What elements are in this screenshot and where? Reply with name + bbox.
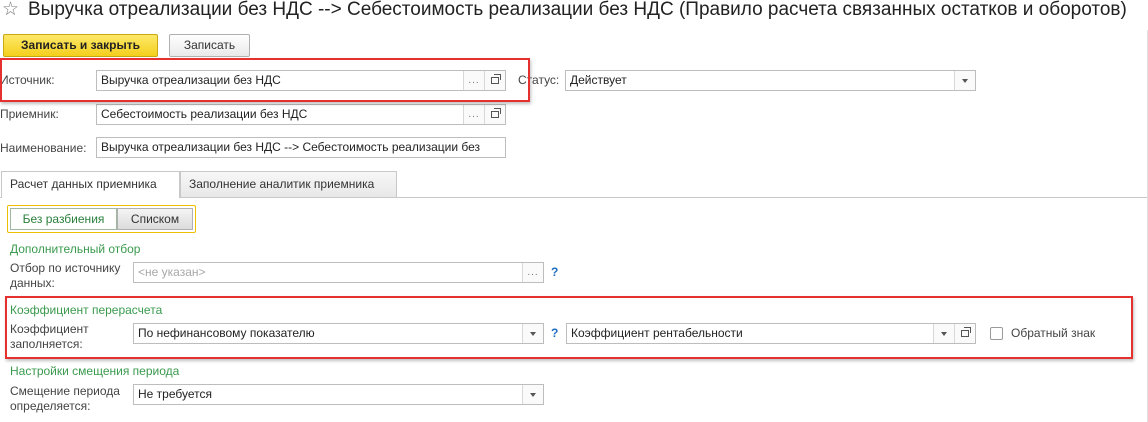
shift-label: Смещение периода определяется:: [10, 384, 120, 413]
dots-icon: ...: [468, 75, 480, 86]
source-field[interactable]: Выручка отреализации без НДС ...: [96, 70, 506, 91]
shift-dropdown-button[interactable]: [522, 385, 543, 404]
receiver-field[interactable]: Себестоимость реализации без НДС ...: [96, 104, 506, 125]
shift-value[interactable]: Не требуется: [134, 385, 522, 404]
status-label: Статус:: [518, 73, 560, 87]
dots-icon: ...: [527, 267, 539, 278]
reverse-sign-checkbox[interactable]: [990, 327, 1003, 340]
tab-receiver-analytics[interactable]: Заполнение аналитик приемника: [180, 171, 397, 197]
coef-indicator-value[interactable]: Коэффициент рентабельности: [567, 324, 933, 343]
chevron-down-icon: [941, 331, 947, 336]
coef-label: Коэффициент заполняется:: [10, 322, 89, 351]
coef-indicator-dropdown-button[interactable]: [933, 324, 954, 343]
reverse-sign-label[interactable]: Обратный знак: [1011, 326, 1095, 341]
source-label: Источник:: [0, 73, 55, 87]
chevron-down-icon: [530, 331, 536, 336]
name-label: Наименование:: [0, 141, 87, 155]
coef-help-icon[interactable]: ?: [551, 326, 558, 340]
coef-mode-select[interactable]: По нефинансовому показателю: [133, 323, 544, 344]
name-value[interactable]: Выручка отреализации без НДС --> Себесто…: [97, 138, 505, 157]
dots-icon: ...: [468, 109, 480, 120]
receiver-value[interactable]: Себестоимость реализации без НДС: [97, 105, 463, 124]
receiver-select-button[interactable]: ...: [463, 105, 484, 124]
window-title: Выручка отреализации без НДС --> Себесто…: [28, 0, 1127, 20]
filter-select-button[interactable]: ...: [522, 263, 543, 282]
name-input[interactable]: Выручка отреализации без НДС --> Себесто…: [96, 137, 506, 158]
favorite-star-icon[interactable]: ☆: [2, 0, 19, 21]
tab-receiver-calculation[interactable]: Расчет данных приемника: [1, 171, 180, 198]
filter-section-title: Дополнительный отбор: [10, 242, 141, 256]
coef-indicator-open-button[interactable]: [954, 324, 975, 343]
source-value[interactable]: Выручка отреализации без НДС: [97, 71, 463, 90]
source-select-button[interactable]: ...: [463, 71, 484, 90]
coef-section-title: Коэффициент перерасчета: [10, 303, 163, 317]
status-value[interactable]: Действует: [566, 71, 954, 90]
receiver-label: Приемник:: [0, 107, 59, 121]
coef-mode-value[interactable]: По нефинансовому показателю: [134, 324, 522, 343]
filter-field[interactable]: <не указан> ...: [133, 262, 544, 283]
status-dropdown-button[interactable]: [954, 71, 975, 90]
shift-select[interactable]: Не требуется: [133, 384, 544, 405]
open-icon: [491, 74, 501, 84]
filter-help-icon[interactable]: ?: [551, 265, 558, 279]
save-and-close-button[interactable]: Записать и закрыть: [3, 34, 158, 57]
receiver-open-button[interactable]: [484, 105, 505, 124]
shift-section-title: Настройки смещения периода: [10, 364, 180, 378]
open-icon: [961, 327, 971, 337]
status-select[interactable]: Действует: [565, 70, 976, 91]
toggle-without-split[interactable]: Без разбиения: [10, 208, 117, 230]
chevron-down-icon: [530, 392, 536, 397]
open-icon: [491, 108, 501, 118]
chevron-down-icon: [962, 78, 968, 83]
filter-placeholder[interactable]: <не указан>: [134, 263, 522, 282]
save-button[interactable]: Записать: [169, 34, 250, 57]
coef-indicator-field[interactable]: Коэффициент рентабельности: [566, 323, 976, 344]
coef-mode-dropdown-button[interactable]: [522, 324, 543, 343]
source-open-button[interactable]: [484, 71, 505, 90]
toggle-list[interactable]: Списком: [117, 208, 193, 230]
filter-label: Отбор по источнику данных:: [10, 261, 121, 290]
